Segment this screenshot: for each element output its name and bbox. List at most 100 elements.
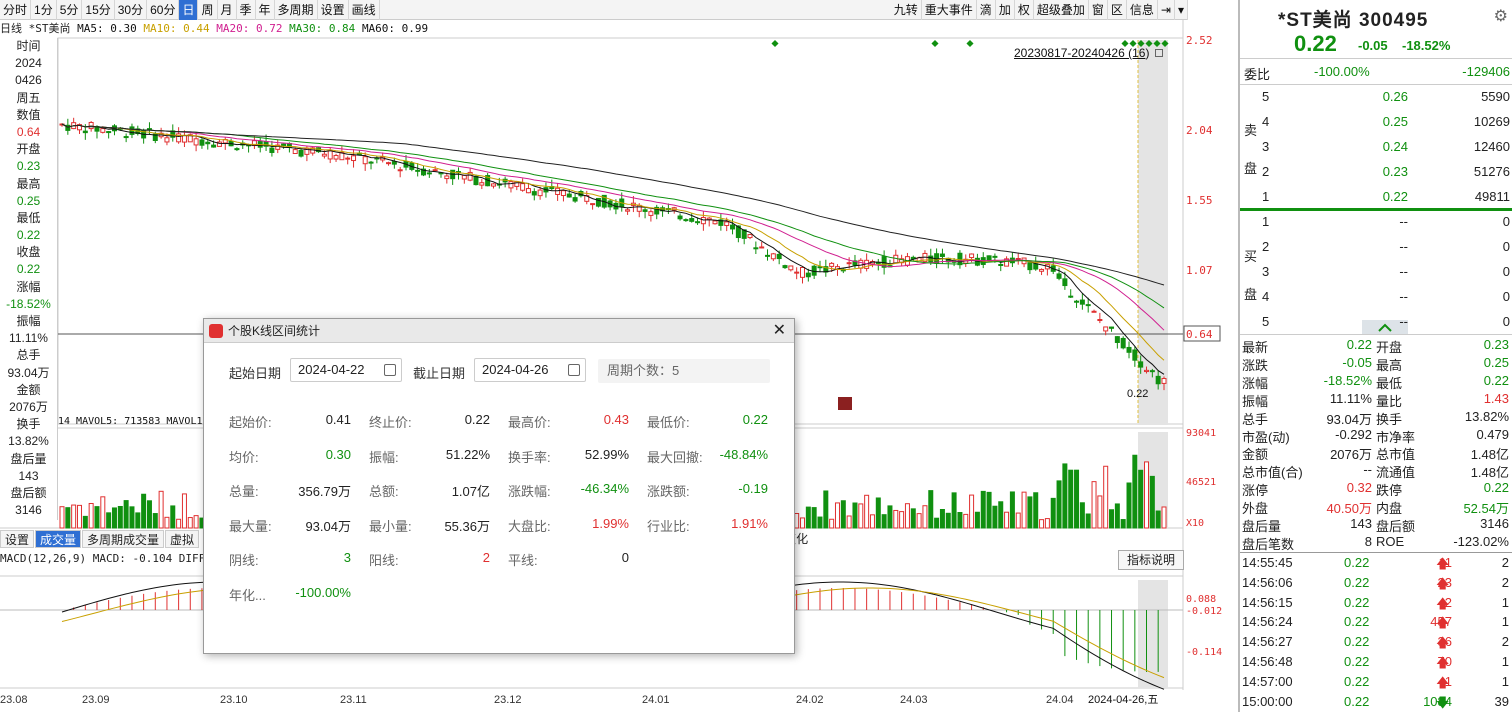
candle	[858, 259, 864, 269]
volume-bar	[829, 518, 835, 529]
candle	[473, 175, 479, 186]
lock-icon[interactable]	[1154, 49, 1163, 57]
candle	[211, 144, 217, 148]
price-tag-label: 0.64	[1186, 328, 1213, 341]
x-tick: 24.04	[1046, 694, 1074, 706]
ask-price: 0.22	[1382, 189, 1408, 204]
x-tick: 23.09	[82, 694, 110, 706]
candle	[893, 254, 899, 264]
quote-stat-label: 盘后额	[1376, 519, 1416, 534]
volume-bar	[65, 507, 71, 529]
candle	[770, 253, 776, 260]
tick-price: 0.22	[1344, 614, 1370, 630]
volume-bar	[106, 512, 112, 529]
candle	[642, 209, 648, 212]
ask-volume: 49811	[1474, 189, 1510, 204]
candle	[321, 153, 327, 157]
volume-bar	[858, 503, 864, 529]
x-tick: 24.01	[642, 694, 670, 706]
ask-level: 4	[1262, 114, 1270, 129]
volume-bar	[1138, 469, 1144, 529]
candle	[829, 262, 835, 267]
price-change: -0.05	[1358, 38, 1388, 53]
candle	[782, 265, 788, 269]
quote-stat-value: 52.54万	[1463, 501, 1509, 517]
candle	[531, 191, 537, 196]
volume-bar	[834, 502, 840, 529]
crosshair-info-panel: 时间 2024 0426 周五 数值 0.64 开盘 0.23 最高 0.25 最低 0.22 收盘 0.…	[0, 38, 58, 520]
tick-count: 1	[1501, 654, 1509, 669]
volume-bar	[1132, 454, 1138, 529]
quote-stat-label: 总市值(合)	[1242, 465, 1303, 481]
x-tick: 23.12	[494, 694, 522, 706]
candle	[1056, 273, 1062, 279]
volume-bar	[846, 515, 852, 529]
volume-bar	[1103, 465, 1109, 529]
candle	[928, 255, 934, 262]
candle	[490, 183, 496, 187]
tick-time: 14:56:15	[1242, 594, 1293, 610]
candle	[368, 161, 374, 164]
sub-tab-3[interactable]: 虚拟	[165, 530, 200, 548]
quote-stat-value: 13.82%	[1464, 408, 1509, 424]
tick-price: 0.22	[1344, 673, 1370, 689]
start-date-input[interactable]: 2024-04-22	[290, 358, 402, 382]
stat-label: 最大回撤:	[647, 449, 703, 465]
volume-bar	[181, 493, 187, 529]
info-line: 0.22	[16, 262, 41, 277]
stat-label: 起始价:	[229, 415, 272, 430]
arrow-up-icon: 🡅	[1436, 655, 1450, 670]
indicator-help-button[interactable]: 指标说明	[1118, 550, 1184, 570]
calendar-icon[interactable]	[568, 364, 580, 376]
quote-stat-value: 0.22	[1483, 480, 1509, 496]
quote-panel: *ST美尚 300495 ⚙ 0.22 -0.05 -18.52% 委比 -10…	[1238, 0, 1512, 712]
candle	[415, 169, 421, 172]
stat-value: 2	[482, 550, 490, 565]
arrow-up-icon: 🡅	[1436, 556, 1450, 571]
end-date-input[interactable]: 2024-04-26	[474, 358, 586, 382]
info-line: 收盘	[16, 245, 41, 260]
quote-stat-value: 0.25	[1483, 354, 1509, 370]
volume-bar	[170, 505, 176, 529]
ma30-line	[61, 123, 1165, 309]
quote-stat-label: 量比	[1376, 393, 1403, 409]
close-icon[interactable]: ✕	[773, 319, 786, 343]
volume-bar	[1050, 497, 1056, 529]
candle	[992, 255, 998, 258]
volume-bar	[1120, 519, 1126, 529]
volume-bar	[1027, 496, 1033, 529]
period-count: 周期个数：5	[598, 359, 770, 383]
volume-bar	[840, 500, 846, 529]
sub-tab-1[interactable]: 成交量	[35, 530, 82, 548]
stat-value: 52.99%	[584, 446, 629, 462]
candle	[1103, 326, 1109, 332]
candle	[181, 135, 187, 143]
candle	[689, 218, 695, 222]
sub-tab-2[interactable]: 多周期成交量	[82, 530, 165, 548]
quote-stat-value: 40.50万	[1326, 501, 1372, 517]
stat-value: 0	[621, 550, 629, 565]
volume-bar	[146, 500, 152, 529]
info-line: 2024	[15, 56, 42, 71]
ask-side-label: 卖	[1244, 123, 1258, 138]
volume-tick: 93041	[1186, 428, 1216, 439]
bid-level: 4	[1262, 289, 1270, 304]
gear-icon[interactable]: ⚙	[1494, 6, 1508, 26]
candle	[555, 187, 561, 195]
sub-tab-0[interactable]: 设置	[0, 530, 35, 548]
tick-time: 14:55:45	[1242, 555, 1293, 570]
candle	[846, 262, 852, 265]
volume-bar	[1097, 495, 1103, 529]
stat-label: 总量:	[229, 484, 259, 499]
volume-bar	[881, 514, 887, 529]
volume-bar	[164, 516, 170, 529]
quote-stat-value: --	[1363, 462, 1372, 478]
price-change-pct: -18.52%	[1402, 38, 1451, 53]
tick-time: 14:56:06	[1242, 574, 1293, 590]
volume-bar	[799, 517, 805, 529]
macd-label: MACD(12,26,9) MACD: -0.104 DIFF: -(	[0, 552, 232, 565]
volume-bar	[100, 496, 106, 529]
candle	[799, 266, 805, 278]
candle	[199, 139, 205, 146]
calendar-icon[interactable]	[384, 364, 396, 376]
